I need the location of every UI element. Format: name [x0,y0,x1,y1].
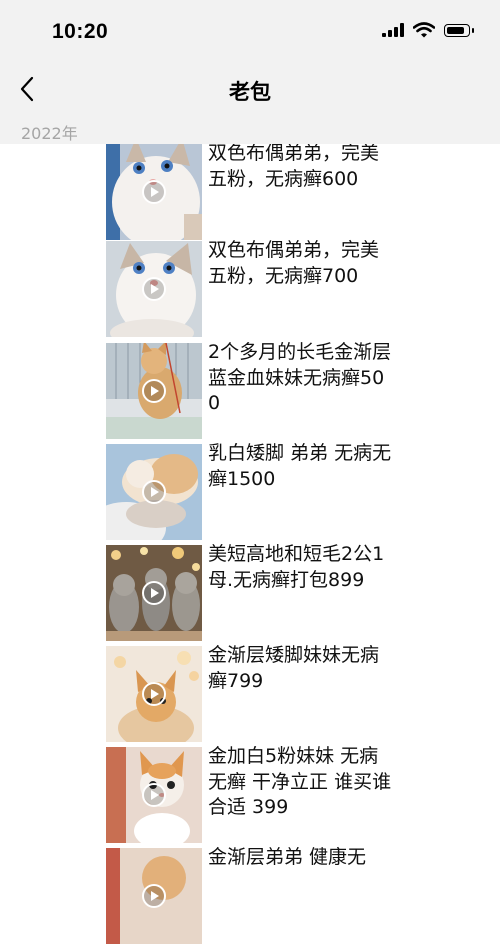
play-icon[interactable] [142,884,166,908]
item-caption: 乳白矮脚 弟弟 无病无癣1500 [208,442,392,490]
play-icon[interactable] [142,783,166,807]
item-caption: 金渐层矮脚妹妹无病癣799 [208,644,380,692]
video-thumbnail[interactable] [106,848,202,944]
navigation-bar: 老包 [0,64,500,116]
video-thumbnail[interactable] [106,646,202,742]
video-thumbnail[interactable] [106,144,202,240]
section-header: 2022年 [0,116,500,144]
video-thumbnail[interactable] [106,747,202,843]
video-thumbnail[interactable] [106,241,202,337]
play-icon[interactable] [142,682,166,706]
status-icons [382,22,474,38]
play-icon[interactable] [142,277,166,301]
page-title: 老包 [229,80,271,104]
list-item[interactable]: 双色布偶弟弟，完美五粉，无病癣600 [106,142,496,240]
item-caption: 美短高地和短毛2公1母.无病癣打包899 [208,543,385,591]
item-caption: 2个多月的长毛金渐层蓝金血妹妹无病癣500 [208,341,392,414]
play-icon[interactable] [142,379,166,403]
list-item[interactable]: 美短高地和短毛2公1母.无病癣打包899 [106,543,496,641]
cellular-signal-icon [382,23,404,37]
play-icon[interactable] [142,581,166,605]
wifi-icon [413,22,435,38]
video-thumbnail[interactable] [106,343,202,439]
year-label: 2022年 [21,124,78,143]
list-item[interactable]: 金渐层弟弟 健康无 [106,846,496,944]
status-bar: 10:20 [0,0,500,64]
item-caption: 金渐层弟弟 健康无 [208,846,367,868]
battery-icon [444,23,474,37]
list-item[interactable]: 2个多月的长毛金渐层蓝金血妹妹无病癣500 [106,341,496,439]
item-caption: 金加白5粉妹妹 无病无癣 干净立正 谁买谁合适 399 [208,745,392,818]
status-time: 10:20 [52,20,109,43]
video-thumbnail[interactable] [106,444,202,540]
item-caption: 双色布偶弟弟，完美五粉，无病癣600 [208,142,380,190]
list-item[interactable]: 双色布偶弟弟，完美五粉，无病癣700 [106,239,496,337]
list-item[interactable]: 金加白5粉妹妹 无病无癣 干净立正 谁买谁合适 399 [106,745,496,843]
list-item[interactable]: 乳白矮脚 弟弟 无病无癣1500 [106,442,496,540]
item-caption: 双色布偶弟弟，完美五粉，无病癣700 [208,239,380,287]
list-item[interactable]: 金渐层矮脚妹妹无病癣799 [106,644,496,742]
video-thumbnail[interactable] [106,545,202,641]
play-icon[interactable] [142,180,166,204]
play-icon[interactable] [142,480,166,504]
